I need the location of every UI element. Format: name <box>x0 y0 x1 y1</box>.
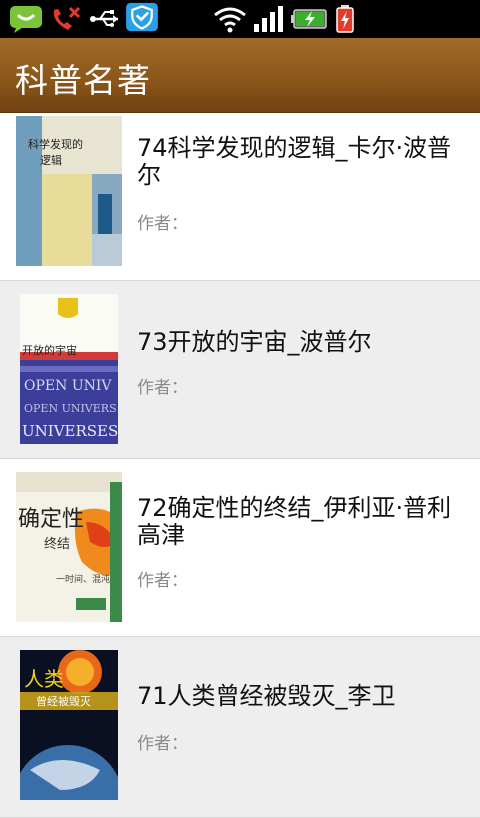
header-bar: 科普名著 <box>0 38 480 113</box>
list-item[interactable]: 确定性 终结 一时间、混沌 72确定性的终结_伊利亚·普利高津 作者： <box>0 459 480 637</box>
svg-text:人类: 人类 <box>24 667 64 691</box>
svg-text:曾经被毁灭: 曾经被毁灭 <box>36 694 91 708</box>
missed-call-icon <box>53 6 81 30</box>
shield-app-icon <box>126 2 158 32</box>
list-item[interactable]: 开放的宇宙 OPEN UNIV OPEN UNIVERS UNIVERSES 7… <box>0 281 480 459</box>
book-author-label: 作者： <box>137 571 188 591</box>
svg-text:OPEN UNIVERS: OPEN UNIVERS <box>24 402 117 415</box>
page-title: 科普名著 <box>15 61 151 100</box>
book-list: 科学发现的 逻辑 74科学发现的逻辑_卡尔·波普尔 作者： 开放的宇宙 OPEN… <box>0 113 480 818</box>
book-title: 73开放的宇宙_波普尔 <box>137 328 372 356</box>
chat-icon <box>10 6 42 33</box>
signal-icon <box>254 6 283 32</box>
svg-text:一时间、混沌: 一时间、混沌 <box>56 573 110 585</box>
battery-alert-icon <box>336 5 354 33</box>
svg-text:科学发现的: 科学发现的 <box>28 137 83 151</box>
book-title: 71人类曾经被毁灭_李卫 <box>137 682 396 710</box>
book-author-label: 作者： <box>137 378 188 398</box>
status-bar <box>0 0 480 38</box>
book-title: 72确定性的终结_伊利亚·普利高津 <box>137 494 452 549</box>
list-item[interactable]: 人类 曾经被毁灭 71人类曾经被毁灭_李卫 作者： <box>0 637 480 818</box>
book-cover-image: 确定性 终结 一时间、混沌 <box>16 472 122 622</box>
svg-text:逻辑: 逻辑 <box>40 153 62 167</box>
book-cover-image: 人类 曾经被毁灭 <box>20 650 118 800</box>
usb-icon <box>90 10 118 27</box>
svg-text:终结: 终结 <box>44 536 70 552</box>
svg-text:开放的宇宙: 开放的宇宙 <box>22 343 77 357</box>
book-cover-image: 开放的宇宙 OPEN UNIV OPEN UNIVERS UNIVERSES <box>20 294 118 444</box>
svg-text:确定性: 确定性 <box>18 507 84 532</box>
list-item[interactable]: 科学发现的 逻辑 74科学发现的逻辑_卡尔·波普尔 作者： <box>0 113 480 281</box>
book-author-label: 作者： <box>137 734 188 754</box>
wifi-icon <box>214 7 246 33</box>
battery-charging-icon <box>291 9 327 29</box>
svg-text:UNIVERSES: UNIVERSES <box>22 422 118 440</box>
book-title: 74科学发现的逻辑_卡尔·波普尔 <box>137 134 452 189</box>
svg-text:OPEN UNIV: OPEN UNIV <box>24 378 112 394</box>
book-cover-image: 科学发现的 逻辑 <box>16 116 122 266</box>
book-author-label: 作者： <box>137 214 188 234</box>
